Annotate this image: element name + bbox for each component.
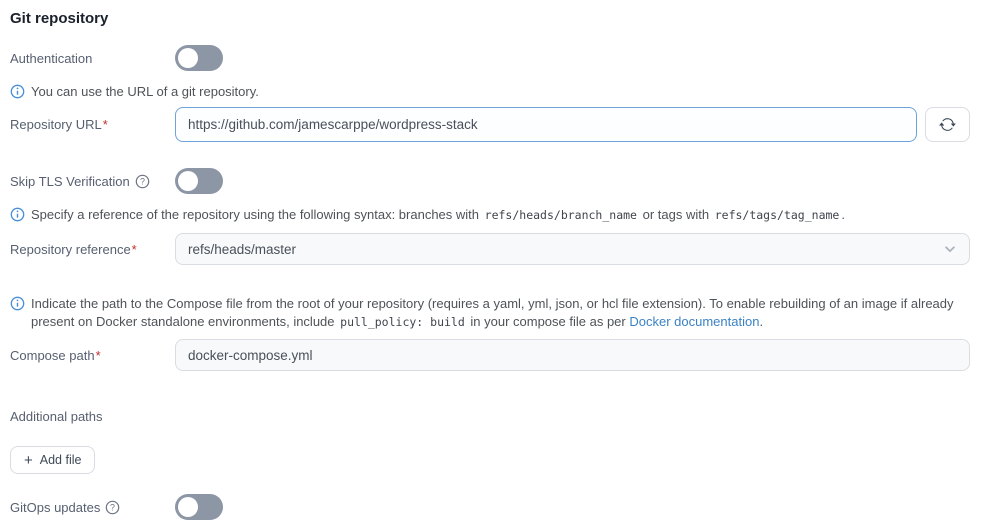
repository-url-input[interactable]: [175, 107, 917, 142]
compose-path-input[interactable]: [175, 339, 970, 371]
toggle-knob: [178, 171, 198, 191]
compose-path-hint: Indicate the path to the Compose file fr…: [10, 295, 970, 331]
docker-documentation-link[interactable]: Docker documentation: [629, 314, 759, 329]
add-file-button[interactable]: + Add file: [10, 446, 95, 474]
compose-path-label: Compose path*: [10, 348, 175, 363]
hint-text: You can use the URL of a git repository.: [31, 83, 259, 101]
required-asterisk: *: [103, 117, 108, 132]
repository-url-row: Repository URL*: [10, 107, 970, 142]
selected-reference: refs/heads/master: [188, 242, 296, 257]
repository-url-label: Repository URL*: [10, 117, 175, 132]
authentication-toggle[interactable]: [175, 45, 223, 71]
skip-tls-row: Skip TLS Verification ?: [10, 168, 970, 194]
code-pull-policy: pull_policy: build: [338, 315, 467, 329]
info-icon: [10, 84, 25, 99]
gitops-updates-row: GitOps updates ?: [10, 494, 970, 520]
authentication-label: Authentication: [10, 51, 175, 66]
code-tag-ref: refs/tags/tag_name: [713, 208, 842, 222]
gitops-updates-toggle[interactable]: [175, 494, 223, 520]
git-repository-form: Git repository Authentication You can us…: [0, 0, 984, 520]
additional-paths-label: Additional paths: [10, 409, 970, 424]
repository-reference-select[interactable]: refs/heads/master: [175, 233, 970, 265]
section-title: Git repository: [10, 10, 970, 27]
required-asterisk: *: [96, 348, 101, 363]
code-branch-ref: refs/heads/branch_name: [483, 208, 639, 222]
reload-repository-button[interactable]: [925, 107, 970, 142]
skip-tls-label: Skip TLS Verification ?: [10, 174, 175, 189]
refresh-icon: [939, 116, 956, 133]
gitops-updates-label: GitOps updates ?: [10, 500, 175, 515]
help-icon[interactable]: ?: [135, 174, 150, 189]
authentication-row: Authentication: [10, 45, 970, 71]
reference-hint: Specify a reference of the repository us…: [10, 206, 970, 224]
svg-text:?: ?: [110, 502, 115, 512]
plus-icon: +: [24, 453, 33, 468]
add-file-label: Add file: [40, 453, 82, 467]
toggle-knob: [178, 497, 198, 517]
help-icon[interactable]: ?: [105, 500, 120, 515]
repository-reference-row: Repository reference* refs/heads/master: [10, 233, 970, 265]
chevron-down-icon: [943, 242, 957, 256]
info-icon: [10, 296, 25, 311]
required-asterisk: *: [132, 242, 137, 257]
repository-url-hint: You can use the URL of a git repository.: [10, 83, 970, 101]
hint-text: Specify a reference of the repository us…: [31, 206, 845, 224]
info-icon: [10, 207, 25, 222]
hint-text: Indicate the path to the Compose file fr…: [31, 295, 970, 331]
skip-tls-toggle[interactable]: [175, 168, 223, 194]
toggle-knob: [178, 48, 198, 68]
repository-reference-label: Repository reference*: [10, 242, 175, 257]
compose-path-row: Compose path*: [10, 339, 970, 371]
svg-text:?: ?: [140, 176, 145, 186]
